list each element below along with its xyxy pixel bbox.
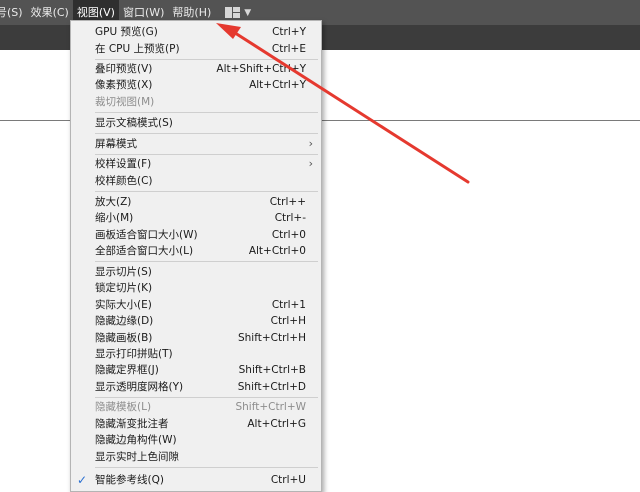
menu-effect[interactable]: 效果(C)	[27, 0, 73, 25]
menu-item-presentation-mode[interactable]: 显示文稿模式(S)	[71, 115, 321, 132]
menu-separator	[95, 154, 318, 155]
menu-item-proof-setup[interactable]: 校样设置(F) ›	[71, 156, 321, 173]
menu-item-hide-corner-widget[interactable]: 隐藏边角构件(W)	[71, 432, 321, 449]
menu-item-lock-slices[interactable]: 锁定切片(K)	[71, 280, 321, 297]
menu-item-pixel-preview[interactable]: 像素预览(X) Alt+Ctrl+Y	[71, 77, 321, 94]
menu-item-zoom-in[interactable]: 放大(Z) Ctrl++	[71, 194, 321, 211]
menu-separator	[95, 191, 318, 192]
menu-item-show-print-tiling[interactable]: 显示打印拼贴(T)	[71, 346, 321, 363]
menu-separator	[95, 112, 318, 113]
menu-item-trim-view: 裁切视图(M)	[95, 95, 155, 108]
menu-item-show-slices[interactable]: 显示切片(S)	[71, 264, 321, 281]
menu-item-cpu-preview[interactable]: 在 CPU 上预览(P) Ctrl+E	[71, 41, 321, 58]
menu-item-smart-guides[interactable]: ✓ 智能参考线(Q) Ctrl+U	[71, 472, 321, 489]
menu-item-show-transparency-grid[interactable]: 显示透明度网格(Y) Shift+Ctrl+D	[71, 379, 321, 396]
workspace-layout-icon	[225, 7, 241, 18]
chevron-down-icon: ▼	[244, 7, 252, 18]
menu-item-hide-gradient-annotator[interactable]: 隐藏渐变批注者 Alt+Ctrl+G	[71, 416, 321, 433]
menu-item-hide-bounding-box[interactable]: 隐藏定界框(J) Shift+Ctrl+B	[71, 362, 321, 379]
menu-item-show-live-paint-gaps[interactable]: 显示实时上色间隙	[71, 449, 321, 466]
menu-item-actual-size[interactable]: 实际大小(E) Ctrl+1	[71, 297, 321, 314]
menu-item-hide-artboards[interactable]: 隐藏画板(B) Shift+Ctrl+H	[71, 330, 321, 347]
menu-item-proof-colors[interactable]: 校样颜色(C)	[71, 173, 321, 190]
menu-item-zoom-out[interactable]: 缩小(M) Ctrl+-	[71, 210, 321, 227]
checkmark-icon: ✓	[77, 473, 88, 487]
menu-separator	[95, 397, 318, 398]
chevron-right-icon: ›	[308, 136, 313, 150]
menu-item-hide-template: 隐藏模板(L) Shift+Ctrl+W	[95, 401, 306, 413]
chevron-right-icon: ›	[308, 157, 313, 170]
menu-item-overprint-preview[interactable]: 叠印预览(V) Alt+Shift+Ctrl+Y	[71, 61, 321, 78]
view-menu-dropdown: GPU 预览(G) Ctrl+Y 在 CPU 上预览(P) Ctrl+E 叠印预览(…	[70, 20, 322, 492]
menu-item-fit-artboard[interactable]: 画板适合窗口大小(W) Ctrl+0	[71, 227, 321, 244]
menu-item-screen-mode[interactable]: 屏幕模式 ›	[71, 136, 321, 153]
menu-item-fit-all[interactable]: 全部适合窗口大小(L) Alt+Ctrl+0	[71, 243, 321, 260]
menu-select[interactable]: 号(S)	[0, 0, 27, 25]
menu-separator	[95, 261, 318, 262]
menu-separator	[95, 467, 318, 468]
menu-item-gpu-preview[interactable]: GPU 预览(G) Ctrl+Y	[71, 24, 321, 41]
menu-item-hide-edges[interactable]: 隐藏边缘(D) Ctrl+H	[71, 313, 321, 330]
menu-separator	[95, 133, 318, 134]
